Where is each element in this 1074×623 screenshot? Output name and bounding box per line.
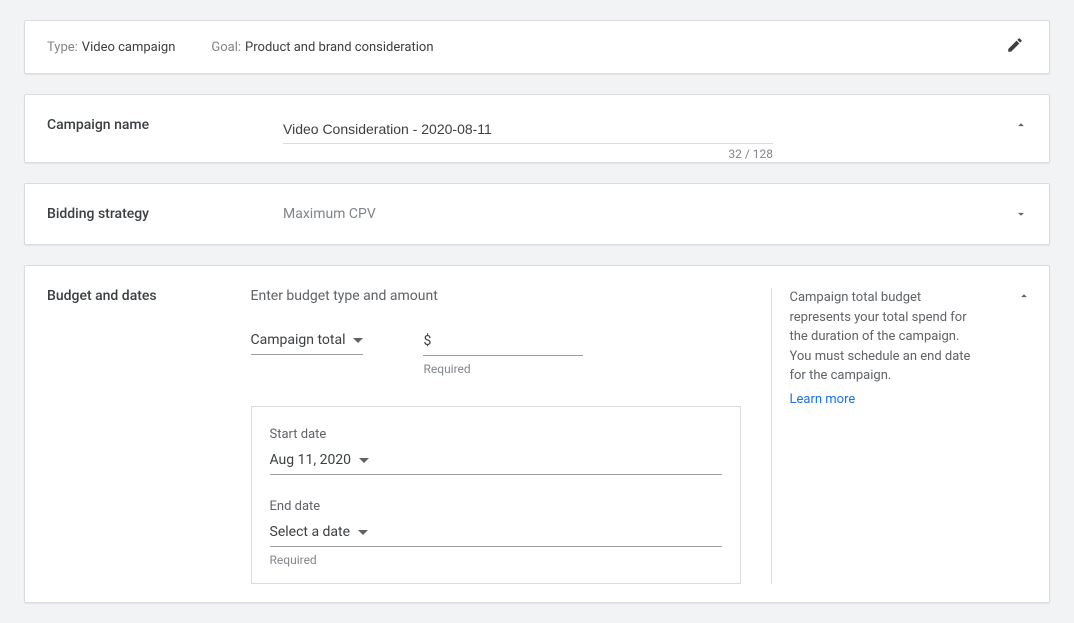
chevron-down-icon [1014,207,1028,225]
goal-value: Product and brand consideration [245,40,433,55]
budget-help-text: Campaign total budget represents your to… [790,288,981,386]
amount-required-text: Required [423,362,583,376]
bidding-value: Maximum CPV [283,206,376,222]
goal-label: Goal: [211,40,241,55]
start-date-label: Start date [270,427,722,442]
dropdown-icon [359,458,369,463]
learn-more-link[interactable]: Learn more [790,392,856,407]
dates-box: Start date Aug 11, 2020 End date [251,406,741,584]
dropdown-icon [353,338,363,343]
type-label: Type: [47,40,78,55]
type-value: Video campaign [82,40,176,55]
budget-caption: Enter budget type and amount [251,288,771,304]
end-date-value: Select a date [270,524,351,540]
budget-help-panel: Campaign total budget represents your to… [771,288,991,584]
bidding-strategy-card[interactable]: Bidding strategy Maximum CPV [24,183,1050,245]
budget-type-select[interactable]: Campaign total [251,332,364,355]
edit-header-button[interactable] [1003,35,1027,59]
pencil-icon [1006,36,1024,58]
budget-type-value: Campaign total [251,332,346,348]
end-date-required-text: Required [270,553,722,567]
start-date-select[interactable]: Aug 11, 2020 [270,452,722,475]
campaign-goal: Goal: Product and brand consideration [211,40,433,55]
char-count: 32 / 128 [728,147,773,161]
section-title: Campaign name [25,95,283,155]
collapse-budget-button[interactable] [1014,288,1034,308]
currency-symbol: $ [423,333,431,349]
campaign-type: Type: Video campaign [47,40,175,55]
start-date-value: Aug 11, 2020 [270,452,352,468]
end-date-select[interactable]: Select a date [270,524,722,547]
campaign-header-card: Type: Video campaign Goal: Product and b… [24,20,1050,74]
campaign-name-input[interactable] [283,117,773,144]
campaign-name-card: Campaign name 32 / 128 [24,94,1050,163]
chevron-up-icon [1014,118,1028,136]
budget-amount-input[interactable] [437,332,557,348]
section-title: Budget and dates [25,266,251,326]
expand-bidding-button[interactable] [1011,206,1031,226]
chevron-up-icon [1017,289,1031,307]
section-title: Bidding strategy [25,184,283,244]
budget-dates-card: Budget and dates Enter budget type and a… [24,265,1050,603]
collapse-campaign-name-button[interactable] [1011,117,1031,137]
dropdown-icon [358,530,368,535]
end-date-label: End date [270,499,722,514]
